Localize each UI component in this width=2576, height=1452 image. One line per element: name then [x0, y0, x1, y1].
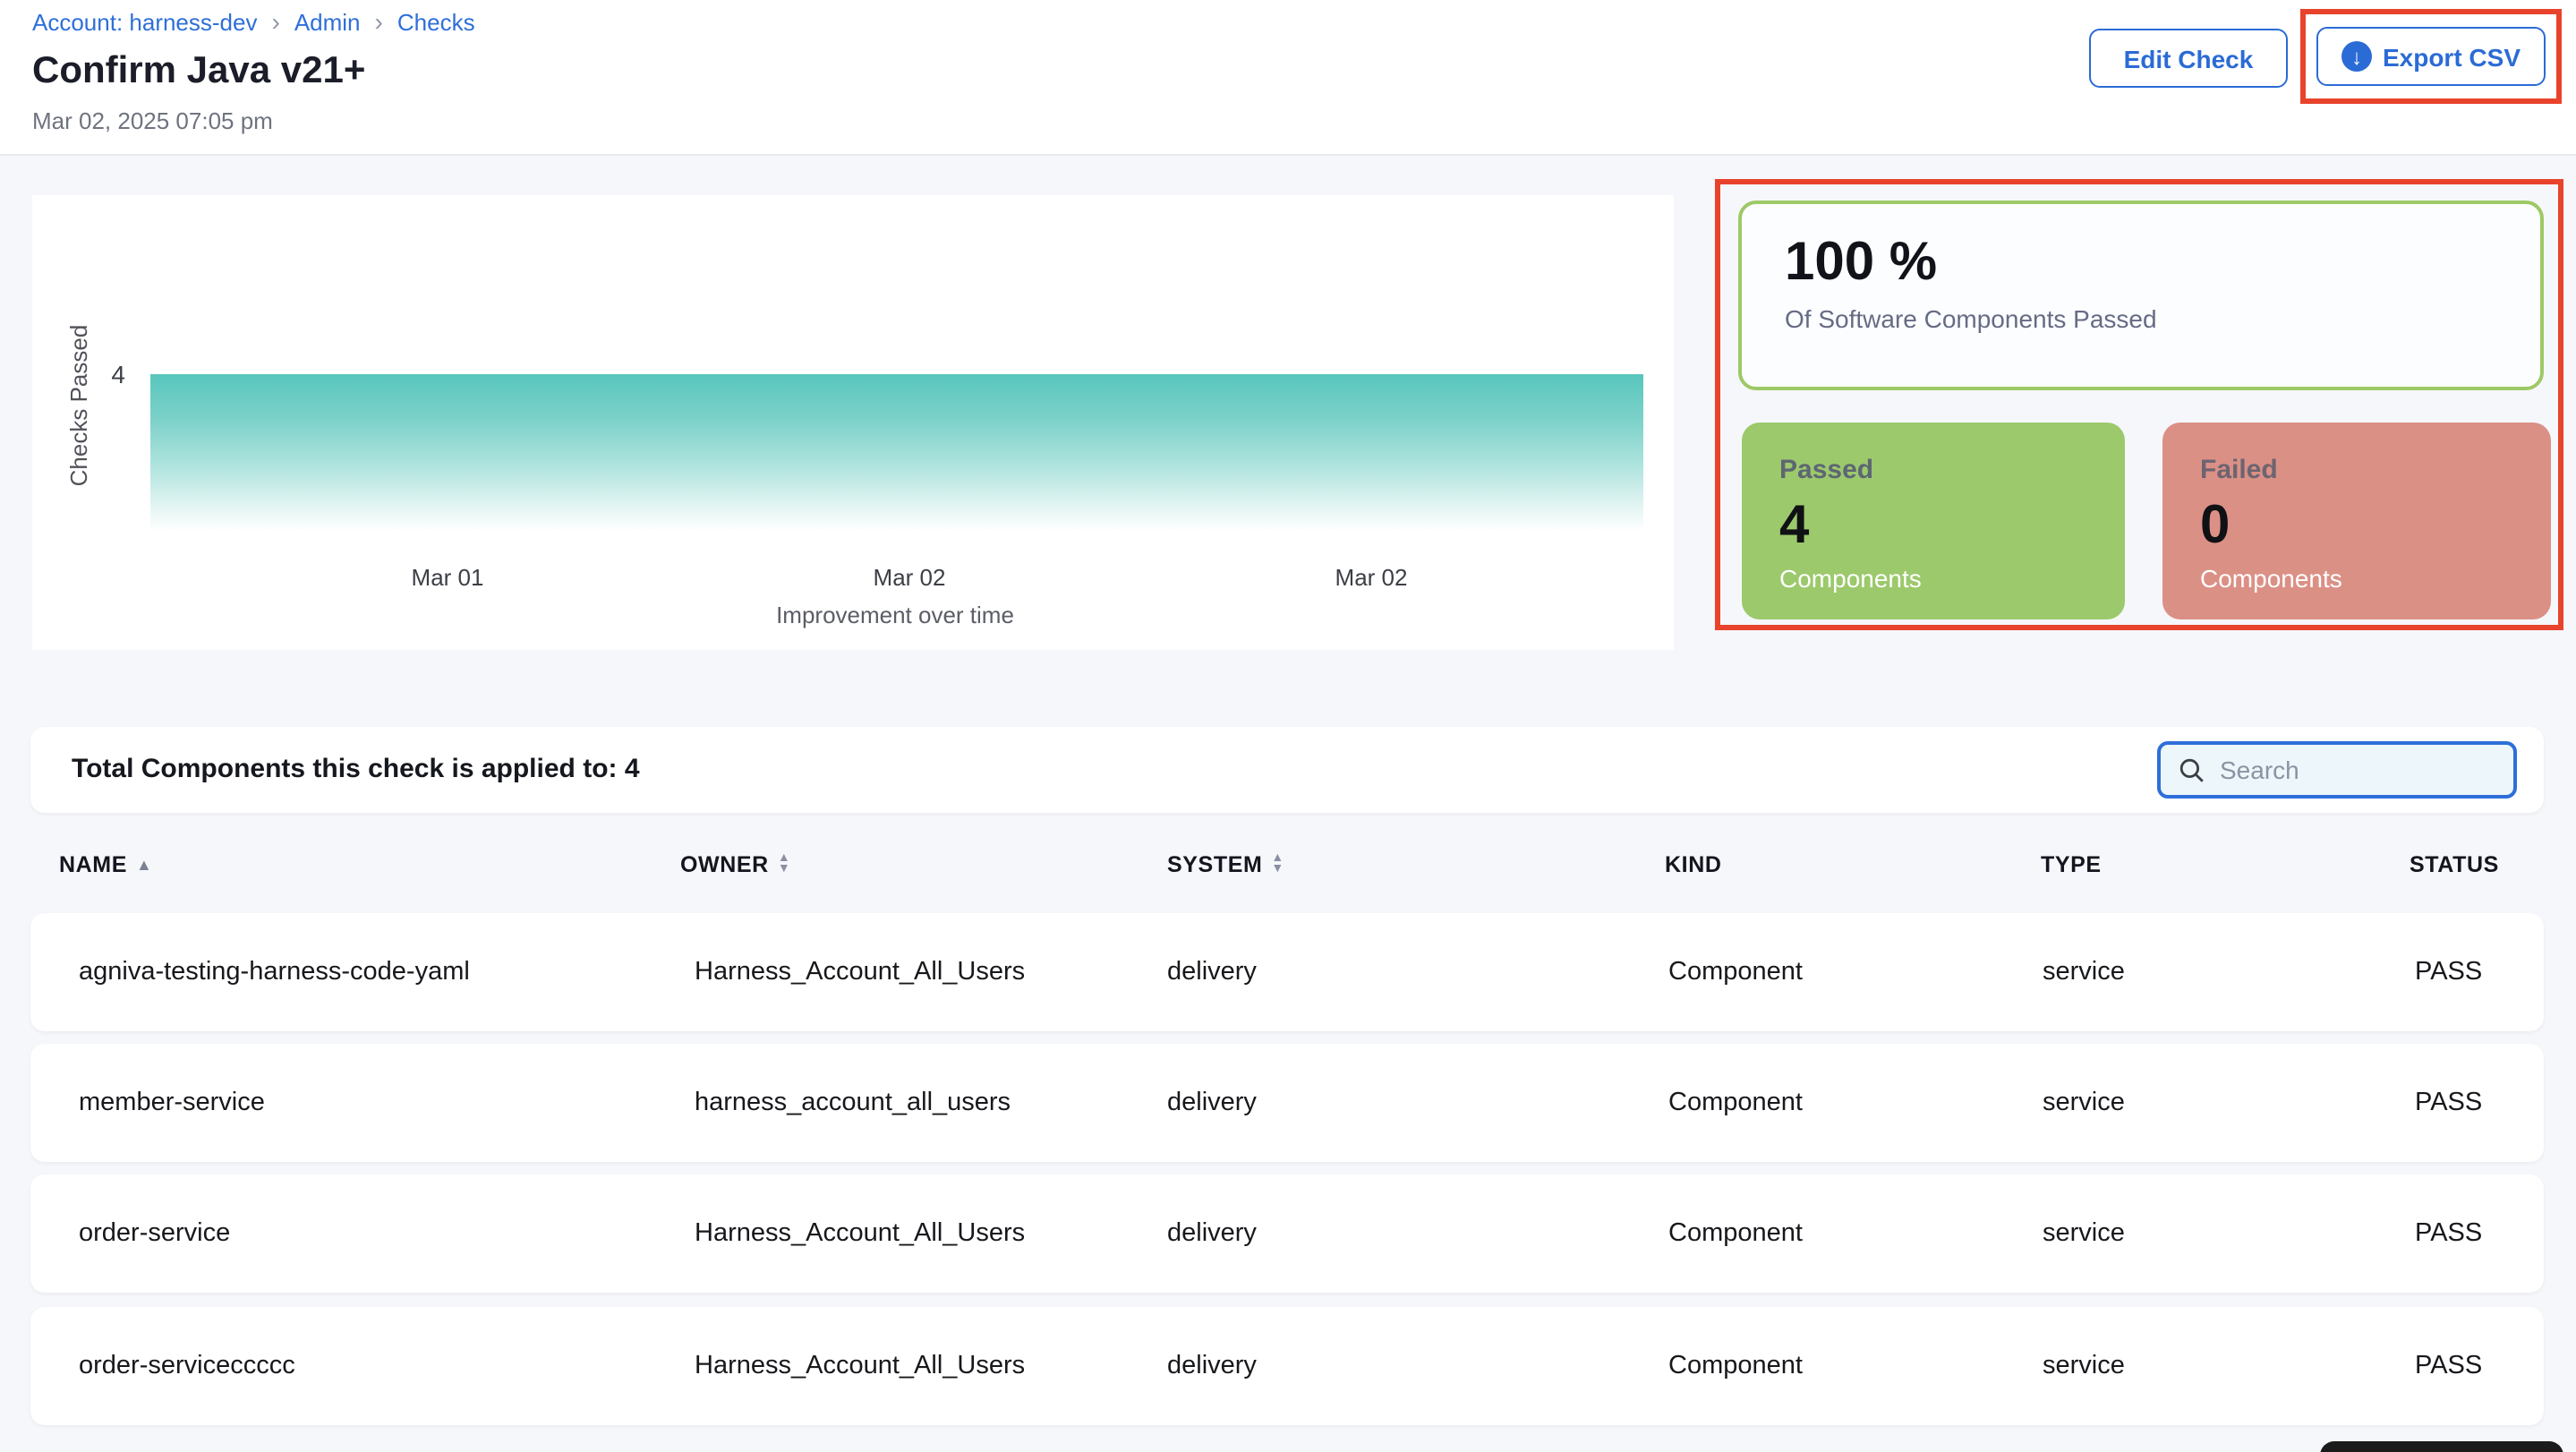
cell-owner: Harness_Account_All_Users [695, 958, 1025, 987]
failed-caption: Components [2200, 564, 2342, 593]
cell-kind: Component [1668, 1352, 1803, 1380]
sort-icon: ▲▼ [1271, 854, 1284, 875]
table-row[interactable]: order-service Harness_Account_All_Users … [30, 1174, 2544, 1293]
cell-system: delivery [1167, 958, 1257, 987]
top-bar: Account: harness-dev › Admin › Checks Co… [0, 0, 2576, 156]
cell-owner: Harness_Account_All_Users [695, 1219, 1025, 1248]
cell-owner: harness_account_all_users [695, 1089, 1011, 1117]
cell-type: service [2043, 1352, 2125, 1380]
failed-card: Failed 0 Components [2162, 423, 2551, 619]
total-components-label: Total Components this check is applied t… [72, 754, 640, 784]
table-row[interactable]: agniva-testing-harness-code-yaml Harness… [30, 913, 2544, 1031]
export-csv-label: Export CSV [2383, 42, 2521, 71]
search-icon [2179, 756, 2205, 783]
annotation-box-summary: 100 % Of Software Components Passed Pass… [1715, 179, 2563, 630]
cell-status: PASS [2415, 1352, 2482, 1380]
sort-icon: ▲▼ [778, 854, 790, 875]
annotation-box-export-csv: ↓ Export CSV [2300, 9, 2562, 104]
percent-passed-card: 100 % Of Software Components Passed [1738, 201, 2544, 390]
chart-y-tick: 4 [97, 360, 125, 389]
column-label: STATUS [2410, 852, 2499, 877]
search-box[interactable] [2157, 741, 2517, 799]
edit-check-label: Edit Check [2124, 44, 2254, 73]
export-csv-button[interactable]: ↓ Export CSV [2316, 27, 2546, 86]
cell-type: service [2043, 1089, 2125, 1117]
breadcrumb-account-link[interactable]: Account: harness-dev [32, 9, 257, 36]
cell-name: member-service [79, 1089, 265, 1117]
failed-value: 0 [2200, 496, 2230, 557]
column-label: TYPE [2041, 852, 2102, 877]
cell-kind: Component [1668, 1219, 1803, 1248]
passed-value: 4 [1779, 496, 1809, 557]
column-label: NAME [59, 852, 127, 877]
breadcrumb-checks-link[interactable]: Checks [397, 9, 475, 36]
chat-widget-stub[interactable] [2320, 1441, 2563, 1452]
column-header-status: STATUS [2410, 852, 2499, 877]
breadcrumb: Account: harness-dev › Admin › Checks [32, 9, 475, 36]
cell-type: service [2043, 958, 2125, 987]
cell-system: delivery [1167, 1352, 1257, 1380]
cell-status: PASS [2415, 1089, 2482, 1117]
column-header-name[interactable]: NAME ▲ [59, 852, 152, 877]
download-icon: ↓ [2341, 41, 2372, 72]
passed-caption: Components [1779, 564, 1922, 593]
column-label: KIND [1665, 852, 1722, 877]
breadcrumb-admin-link[interactable]: Admin [294, 9, 361, 36]
sort-ascending-icon: ▲ [136, 857, 152, 873]
total-components-bar: Total Components this check is applied t… [30, 727, 2544, 813]
cell-status: PASS [2415, 1219, 2482, 1248]
chart-x-tick: Mar 01 [412, 564, 484, 591]
page: Account: harness-dev › Admin › Checks Co… [0, 0, 2576, 1452]
cell-kind: Component [1668, 1089, 1803, 1117]
check-timestamp: Mar 02, 2025 07:05 pm [32, 107, 273, 134]
percent-passed-caption: Of Software Components Passed [1785, 304, 2157, 333]
column-header-owner[interactable]: OWNER ▲▼ [680, 852, 790, 877]
breadcrumb-separator-icon: › [375, 11, 383, 34]
edit-check-button[interactable]: Edit Check [2089, 29, 2288, 88]
column-header-kind: KIND [1665, 852, 1722, 877]
cell-name: agniva-testing-harness-code-yaml [79, 958, 470, 987]
cell-name: order-service [79, 1219, 230, 1248]
column-label: SYSTEM [1167, 852, 1262, 877]
passed-label: Passed [1779, 455, 1873, 485]
percent-passed-value: 100 % [1785, 233, 1937, 294]
chart-x-tick: Mar 02 [1335, 564, 1408, 591]
chart-y-axis-label: Checks Passed [65, 298, 92, 513]
cell-status: PASS [2415, 958, 2482, 987]
breadcrumb-separator-icon: › [271, 11, 279, 34]
table-row[interactable]: member-service harness_account_all_users… [30, 1044, 2544, 1162]
cell-system: delivery [1167, 1219, 1257, 1248]
passed-card: Passed 4 Components [1742, 423, 2125, 619]
cell-owner: Harness_Account_All_Users [695, 1352, 1025, 1380]
column-header-type: TYPE [2041, 852, 2102, 877]
column-label: OWNER [680, 852, 769, 877]
cell-type: service [2043, 1219, 2125, 1248]
cell-system: delivery [1167, 1089, 1257, 1117]
chart-x-tick: Mar 02 [874, 564, 946, 591]
chart-x-axis-label: Improvement over time [776, 602, 1014, 628]
table-row[interactable]: order-serviceccccc Harness_Account_All_U… [30, 1307, 2544, 1425]
page-title: Confirm Java v21+ [32, 50, 365, 93]
area-series-checks-passed [150, 374, 1643, 532]
column-header-system[interactable]: SYSTEM ▲▼ [1167, 852, 1284, 877]
cell-name: order-serviceccccc [79, 1352, 295, 1380]
search-input[interactable] [2220, 756, 2470, 784]
checks-passed-chart: Checks Passed 4 Mar 01 Mar 02 Mar 02 Imp… [32, 195, 1674, 650]
failed-label: Failed [2200, 455, 2278, 485]
table-header: NAME ▲ OWNER ▲▼ SYSTEM ▲▼ KIND TYPE STAT… [30, 852, 2544, 892]
cell-kind: Component [1668, 958, 1803, 987]
